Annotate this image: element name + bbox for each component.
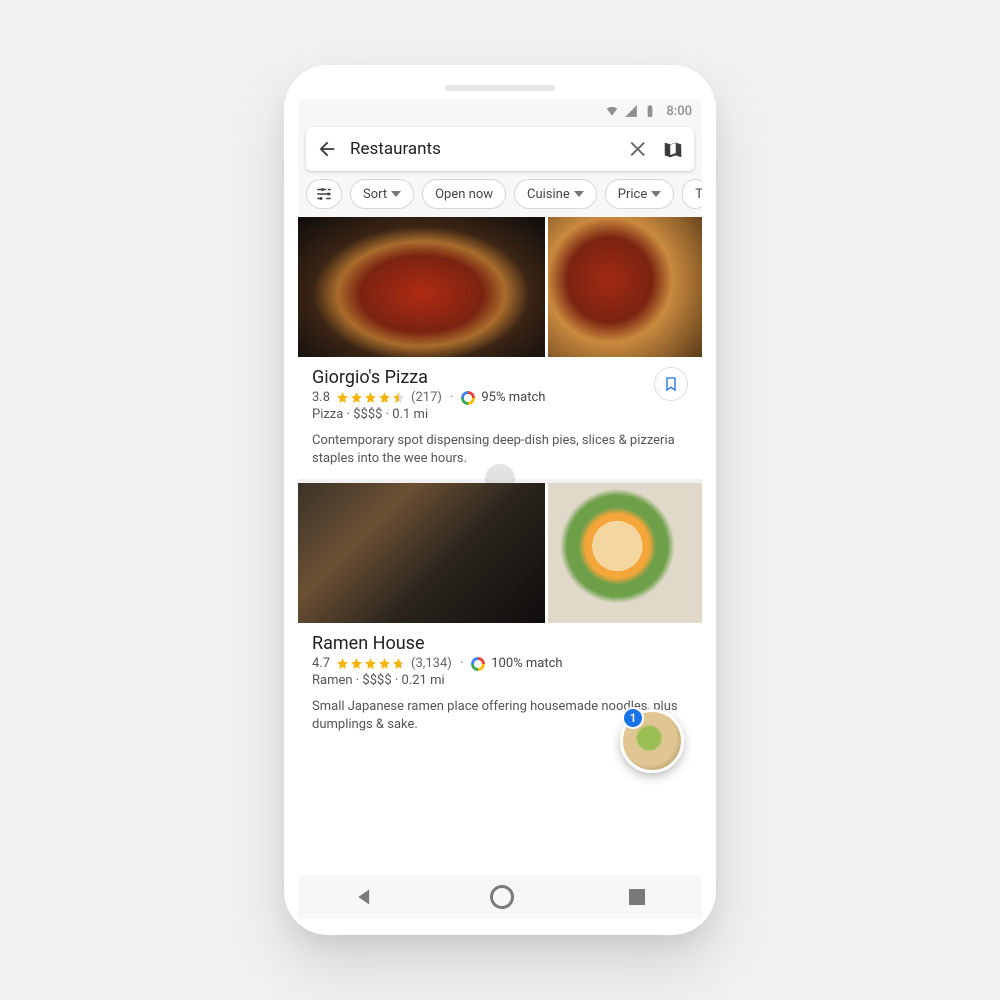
category-text: Ramen (312, 673, 353, 688)
open-now-chip[interactable]: Open now (422, 179, 506, 209)
result-description: Contemporary spot dispensing deep-dish p… (312, 432, 688, 467)
filter-options-chip[interactable] (306, 179, 342, 209)
chevron-down-icon (574, 189, 584, 199)
match-ring-icon (461, 391, 475, 405)
match-text: 100% match (491, 656, 562, 671)
nav-back-button[interactable] (355, 887, 375, 907)
chip-label: Cuisine (527, 187, 570, 202)
clock-text: 8:00 (666, 104, 692, 119)
price-text: $$$$ (353, 407, 382, 422)
result-photo[interactable] (548, 483, 702, 623)
match-text: 95% match (481, 390, 545, 405)
match-ring-icon (471, 657, 485, 671)
half-star-icon (392, 657, 405, 670)
status-bar: 8:00 (298, 99, 702, 123)
result-meta-line: 4.7 (3,134) (312, 656, 688, 671)
category-text: Pizza (312, 407, 343, 422)
result-title: Giorgio's Pizza (312, 367, 688, 388)
clear-button[interactable] (628, 138, 650, 160)
price-text: $$$$ (362, 673, 391, 688)
distance-text: 0.1 mi (392, 407, 428, 422)
arrow-back-icon (316, 138, 338, 160)
results-list[interactable]: Giorgio's Pizza 3.8 (298, 217, 702, 875)
result-photo[interactable] (298, 217, 545, 357)
overflow-chip[interactable]: T (682, 179, 702, 209)
chevron-down-icon (391, 189, 401, 199)
star-rating (336, 391, 405, 404)
phone-frame: 8:00 Restaurants Sort Op (284, 65, 716, 935)
sort-chip[interactable]: Sort (350, 179, 414, 209)
distance-text: 0.21 mi (402, 673, 445, 688)
android-nav-bar (298, 875, 702, 919)
chip-label: Open now (435, 187, 493, 202)
search-query: Restaurants (350, 139, 616, 159)
result-subline: Ramen · $$$$ · 0.21 mi (312, 673, 688, 688)
nav-recents-button[interactable] (629, 889, 645, 905)
chevron-down-icon (651, 189, 661, 199)
chip-label: Sort (363, 187, 387, 202)
bookmark-icon (663, 376, 679, 392)
rating-value: 3.8 (312, 390, 330, 405)
half-star-icon (392, 391, 405, 404)
phone-speaker (445, 85, 555, 91)
chip-label: T (695, 187, 702, 202)
map-toggle-button[interactable] (662, 138, 684, 160)
review-count: (3,134) (411, 656, 452, 671)
result-meta-line: 3.8 (217) (312, 390, 688, 405)
close-icon (628, 138, 650, 160)
review-count: (217) (411, 390, 442, 405)
price-chip[interactable]: Price (605, 179, 674, 209)
result-subline: Pizza · $$$$ · 0.1 mi (312, 407, 688, 422)
result-photos[interactable] (298, 483, 702, 623)
save-button[interactable] (654, 367, 688, 401)
result-photo[interactable] (548, 217, 702, 357)
tune-icon (315, 185, 333, 203)
search-bar[interactable]: Restaurants (306, 127, 694, 171)
app-screen: 8:00 Restaurants Sort Op (298, 99, 702, 919)
cuisine-chip[interactable]: Cuisine (514, 179, 597, 209)
rating-value: 4.7 (312, 656, 330, 671)
result-photo[interactable] (298, 483, 545, 623)
nav-home-button[interactable] (490, 885, 514, 909)
chip-label: Price (618, 187, 647, 202)
cellular-icon (624, 104, 638, 118)
result-card-ramen[interactable]: Ramen House 4.7 (298, 483, 702, 745)
map-icon (662, 138, 684, 160)
star-rating (336, 657, 405, 670)
battery-icon (643, 104, 657, 118)
result-title: Ramen House (312, 633, 688, 654)
wifi-icon (605, 104, 619, 118)
filter-chips-row: Sort Open now Cuisine Price T (298, 179, 702, 217)
back-button[interactable] (316, 138, 338, 160)
result-card-giorgios[interactable]: Giorgio's Pizza 3.8 (298, 217, 702, 479)
badge-count: 1 (630, 711, 637, 725)
result-photos[interactable] (298, 217, 702, 357)
floating-badge[interactable]: 1 (622, 707, 644, 729)
